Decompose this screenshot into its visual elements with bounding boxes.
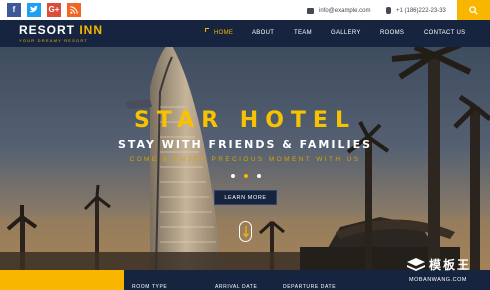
top-utility-bar: f G+ info@example.com +1 (186)222-23-33	[0, 0, 490, 20]
active-bracket-icon	[205, 28, 209, 32]
search-button[interactable]	[457, 0, 490, 20]
envelope-icon	[307, 7, 314, 14]
nav-item-home[interactable]: HOME	[214, 30, 233, 37]
hero-slider: STAR HOTEL STAY WITH FRIENDS & FAMILIES …	[0, 47, 490, 270]
slider-dot[interactable]	[257, 174, 261, 178]
hero-title: STAR HOTEL	[134, 108, 356, 133]
site-logo[interactable]: RESORT INN	[19, 24, 103, 37]
nav-item-gallery[interactable]: GALLERY	[331, 30, 361, 37]
departure-date-label[interactable]: DEPARTURE DATE	[283, 284, 336, 290]
twitter-icon[interactable]	[27, 3, 41, 17]
google-plus-icon[interactable]: G+	[47, 3, 61, 17]
phone-text: +1 (186)222-23-33	[396, 7, 446, 14]
main-navbar: RESORT INN YOUR DREAMY RESORT HOME ABOUT…	[0, 20, 490, 47]
facebook-icon[interactable]: f	[7, 3, 21, 17]
slider-dot[interactable]	[231, 174, 235, 178]
rss-icon[interactable]	[67, 3, 81, 17]
watermark-logo-icon	[407, 258, 425, 271]
nav-item-team[interactable]: TEAM	[294, 30, 312, 37]
scroll-down-button[interactable]	[239, 221, 252, 242]
slider-dot-active[interactable]	[244, 174, 248, 178]
room-type-label[interactable]: ROOM TYPE	[132, 284, 167, 290]
watermark-cn-text: 模板王	[429, 258, 472, 272]
nav-item-rooms[interactable]: ROOMS	[380, 30, 404, 37]
email-text: info@example.com	[319, 7, 371, 14]
slider-dots	[231, 174, 261, 178]
arrival-date-label[interactable]: ARRIVAL DATE	[215, 284, 257, 290]
learn-more-button[interactable]: LEARN MORE	[214, 190, 277, 205]
hero-subtitle: STAY WITH FRIENDS & FAMILIES	[117, 138, 373, 151]
phone-icon	[386, 7, 391, 14]
arrow-down-icon	[243, 226, 249, 238]
search-icon	[469, 5, 478, 15]
nav-item-about[interactable]: ABOUT	[252, 30, 274, 37]
logo-accent: INN	[79, 23, 104, 37]
logo-main: RESORT	[19, 23, 80, 37]
site-tagline: YOUR DREAMY RESORT	[19, 38, 89, 43]
booking-accent-block	[0, 270, 124, 290]
watermark-en-text: MOBANWANG.COM	[409, 277, 467, 283]
phone-contact[interactable]: +1 (186)222-23-33	[386, 5, 446, 16]
email-contact[interactable]: info@example.com	[307, 5, 370, 16]
nav-item-contact[interactable]: CONTACT US	[424, 30, 465, 37]
watermark: 模板王 MOBANWANG.COM	[407, 257, 487, 287]
hero-tagline: COME & ENJOY PRECIOUS MOMENT WITH US	[129, 156, 361, 163]
